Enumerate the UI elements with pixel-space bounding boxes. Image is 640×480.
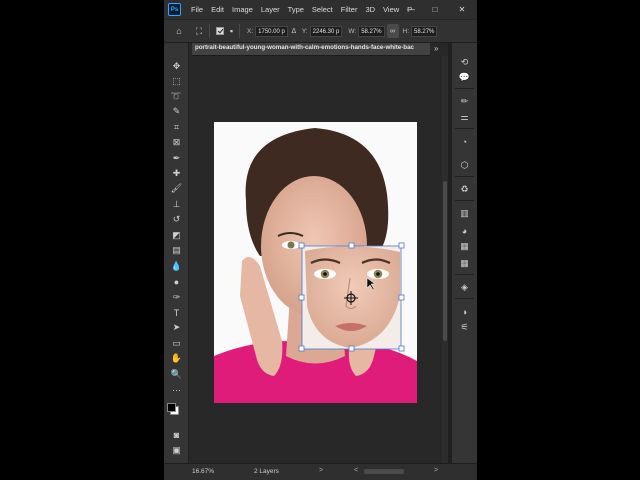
h-label: H: — [402, 27, 410, 35]
hand-icon[interactable]: ✋ — [169, 352, 184, 365]
layers-icon[interactable]: ◈ — [457, 281, 472, 294]
move-icon[interactable]: ✥ — [169, 60, 184, 73]
menu-bar: Ps File Edit Image Layer Type Select Fil… — [164, 0, 477, 19]
history-icon[interactable]: ⟲ — [457, 56, 472, 69]
adjustments-icon[interactable]: ◑ — [457, 305, 472, 318]
quick-select-icon[interactable]: ✎ — [169, 105, 184, 118]
document-title: portrait-beautiful-young-woman-with-calm… — [195, 44, 414, 51]
pen-icon[interactable]: ✑ — [169, 291, 184, 304]
zoom-level[interactable]: 16.67% — [192, 468, 214, 475]
tools-panel: ✥ ⬚ ➰ ✎ ⌗ ⊠ ✒ ✚ 🖌 ⊥ ↺ ◩ ▤ 💧 ● ✑ T ➤ ▭ ✋ … — [164, 43, 189, 463]
healing-icon[interactable]: ✚ — [169, 167, 184, 180]
transform-handle-tr[interactable] — [398, 242, 405, 249]
h-field[interactable]: 58.27% — [411, 25, 438, 37]
delta-icon[interactable]: Δ — [290, 24, 298, 38]
w-field[interactable]: 58.27% — [358, 25, 385, 37]
crop-icon[interactable]: ⌗ — [169, 121, 184, 134]
maximize-button[interactable]: □ — [424, 0, 446, 19]
scroll-right-arrow[interactable]: > — [434, 467, 438, 474]
patterns-icon[interactable]: ▦ — [457, 240, 472, 253]
dodge-icon[interactable]: ● — [169, 275, 184, 288]
options-bar: ⌂ ⛶ ▪ X: 1750.00 p Δ Y: 2246.30 p W: 58.… — [164, 19, 477, 43]
quick-mask-icon[interactable]: ◙ — [169, 428, 184, 441]
transform-handle-ml[interactable] — [298, 294, 305, 301]
menu-select[interactable]: Select — [308, 5, 337, 14]
home-icon[interactable]: ⌂ — [172, 24, 186, 38]
more-tools-icon[interactable]: ··· — [169, 383, 184, 396]
canvas-area[interactable] — [190, 56, 443, 463]
foreground-color-swatch[interactable] — [167, 403, 176, 412]
link-icon[interactable]: ∞ — [386, 24, 399, 38]
separator — [239, 24, 240, 38]
transform-handle-br[interactable] — [398, 345, 405, 352]
menu-file[interactable]: File — [187, 5, 207, 14]
eraser-icon[interactable]: ◩ — [169, 229, 184, 242]
frame-icon[interactable]: ⊠ — [169, 136, 184, 149]
adjust-icon[interactable]: ⚌ — [457, 111, 472, 124]
blur-icon[interactable]: 💧 — [169, 260, 184, 273]
3d-icon[interactable]: ⬡ — [457, 159, 472, 172]
brush-icon[interactable]: 🖌 — [169, 182, 184, 195]
swatches-icon[interactable]: ▥ — [457, 207, 472, 220]
y-label: Y: — [301, 27, 308, 35]
close-button[interactable]: ✕ — [451, 0, 473, 19]
horizontal-scrollbar[interactable] — [364, 469, 404, 474]
menu-layer[interactable]: Layer — [257, 5, 284, 14]
zoom-icon[interactable]: 🔍 — [169, 368, 184, 381]
clone-stamp-icon[interactable]: ⊥ — [169, 198, 184, 211]
properties-icon[interactable]: ⚟ — [457, 321, 472, 334]
libraries-icon[interactable]: ♻ — [457, 183, 472, 196]
reference-point-icon[interactable]: ▪ — [227, 24, 236, 38]
separator — [455, 274, 474, 275]
minimize-button[interactable]: — — [400, 0, 422, 19]
comments-icon[interactable]: 💬 — [457, 71, 472, 84]
brush-settings-icon[interactable]: ✏ — [457, 95, 472, 108]
grid-icon[interactable]: ▦ — [457, 257, 472, 270]
layers-count[interactable]: 2 Layers — [254, 468, 279, 475]
lasso-icon[interactable]: ➰ — [169, 90, 184, 103]
separator — [455, 200, 474, 201]
gradient-icon[interactable]: ▤ — [169, 244, 184, 257]
separator — [455, 128, 474, 129]
show-transform-controls-checkbox[interactable] — [216, 27, 224, 35]
menu-edit[interactable]: Edit — [207, 5, 228, 14]
type-icon[interactable]: T — [169, 306, 184, 319]
screen-mode-icon[interactable]: ▣ — [169, 444, 184, 457]
more-tabs-icon[interactable]: » — [434, 44, 438, 53]
color-icon[interactable]: ◕ — [457, 224, 472, 237]
status-bar: 16.67% 2 Layers > < > — [164, 463, 477, 480]
right-panel-dock: ⟲ 💬 ✏ ⚌ ◔ ⬡ ♻ ▥ ◕ ▦ ▦ ◈ ◑ ⚟ — [452, 43, 477, 463]
transform-handle-tc[interactable] — [348, 242, 355, 249]
separator — [209, 24, 210, 38]
document-tab[interactable]: portrait-beautiful-young-woman-with-calm… — [192, 43, 430, 56]
photoshop-window: Ps File Edit Image Layer Type Select Fil… — [164, 0, 477, 480]
scroll-left-arrow[interactable]: < — [354, 467, 358, 474]
w-label: W: — [348, 27, 357, 35]
menu-image[interactable]: Image — [228, 5, 257, 14]
status-menu-arrow[interactable]: > — [319, 467, 323, 474]
channels-icon[interactable]: ◔ — [457, 135, 472, 148]
transform-handle-tl[interactable] — [298, 242, 305, 249]
transform-tool-icon[interactable]: ⛶ — [192, 24, 206, 38]
history-brush-icon[interactable]: ↺ — [169, 213, 184, 226]
path-select-icon[interactable]: ➤ — [169, 321, 184, 334]
separator — [455, 298, 474, 299]
x-label: X: — [247, 27, 254, 35]
separator — [455, 176, 474, 177]
app-logo: Ps — [168, 3, 181, 16]
transform-handle-bc[interactable] — [348, 345, 355, 352]
marquee-icon[interactable]: ⬚ — [169, 75, 184, 88]
transform-handle-bl[interactable] — [298, 345, 305, 352]
y-field[interactable]: 2246.30 p — [309, 25, 343, 37]
x-field[interactable]: 1750.00 p — [255, 25, 288, 37]
eyedropper-icon[interactable]: ✒ — [169, 152, 184, 165]
transform-handle-mr[interactable] — [398, 294, 405, 301]
menu-filter[interactable]: Filter — [337, 5, 362, 14]
document-canvas[interactable] — [190, 56, 443, 463]
menu-3d[interactable]: 3D — [361, 5, 379, 14]
scroll-thumb[interactable] — [443, 181, 447, 341]
rectangle-icon[interactable]: ▭ — [169, 337, 184, 350]
menu-type[interactable]: Type — [284, 5, 308, 14]
separator — [455, 88, 474, 89]
